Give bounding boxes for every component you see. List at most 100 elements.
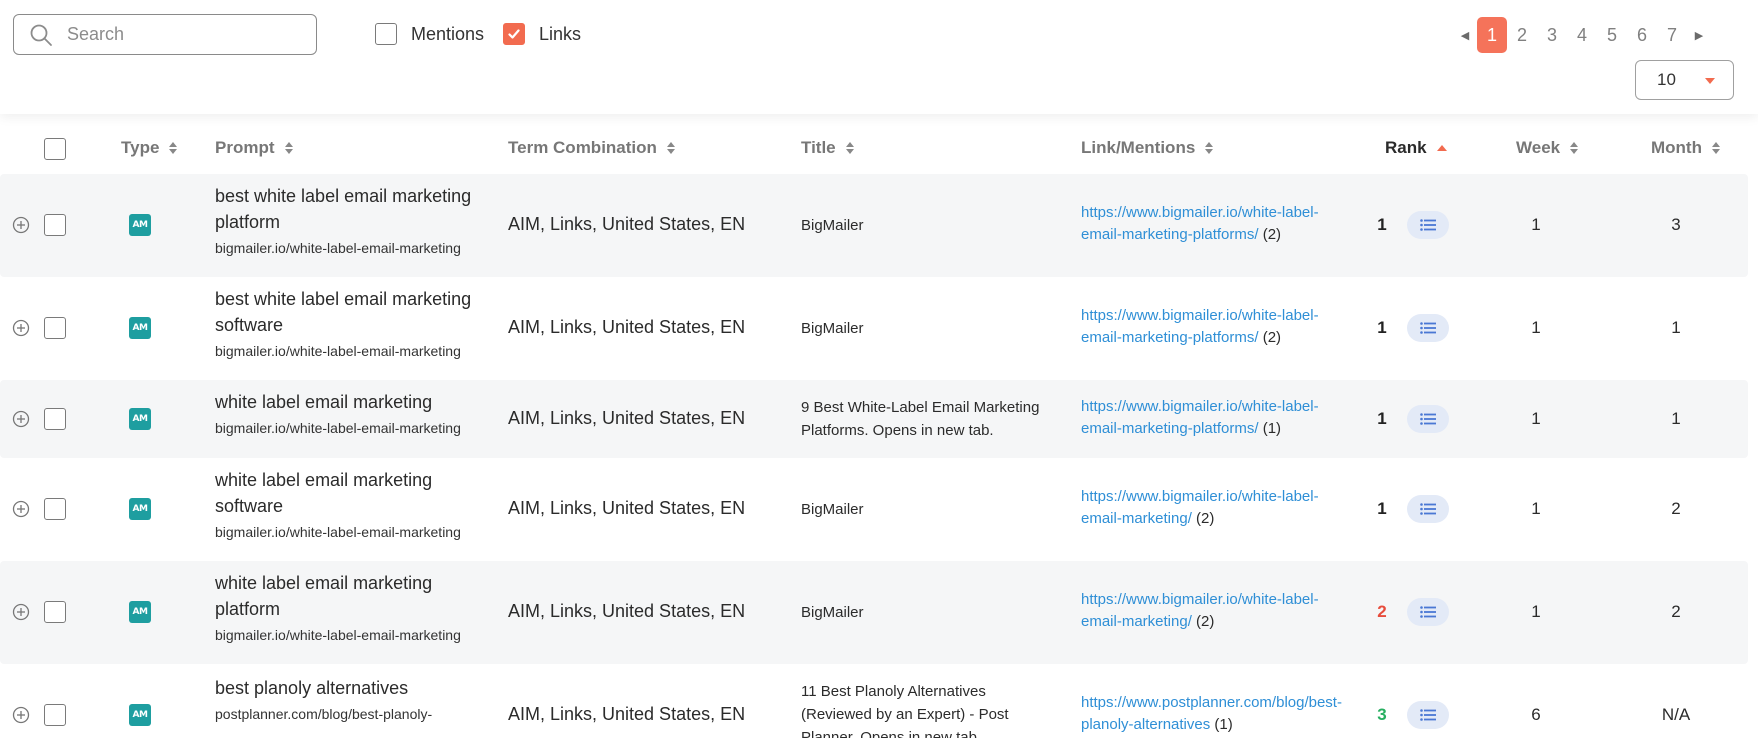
link-cell: https://www.postplanner.com/blog/best-pl… (1081, 692, 1342, 736)
month-value: 1 (1671, 409, 1681, 428)
aim-type-icon: AM (129, 498, 151, 520)
sort-ascending-icon (1436, 145, 1447, 151)
next-page-icon[interactable]: ▶ (1687, 20, 1711, 50)
page-7[interactable]: 7 (1657, 17, 1687, 53)
title-text: 9 Best White-Label Email Marketing Platf… (801, 399, 1040, 439)
column-label: Term Combination (508, 138, 657, 157)
prompt-url: bigmailer.io/white-label-email-marketing (215, 627, 461, 643)
page-6[interactable]: 6 (1627, 17, 1657, 53)
column-header-term[interactable]: Term Combination (508, 138, 675, 158)
sort-icon (845, 142, 854, 154)
rank-history-button[interactable] (1407, 701, 1449, 729)
result-link[interactable]: https://www.bigmailer.io/white-label-ema… (1081, 204, 1319, 243)
column-header-month[interactable]: Month (1651, 138, 1720, 158)
page-3[interactable]: 3 (1537, 17, 1567, 53)
prompt-cell: white label email marketing software big… (215, 467, 485, 543)
rank-value: 1 (1377, 409, 1387, 428)
row-checkbox[interactable] (44, 214, 66, 236)
row-checkbox[interactable] (44, 704, 66, 726)
page-2[interactable]: 2 (1507, 17, 1537, 53)
sort-icon (666, 142, 675, 154)
table-row[interactable]: AM white label email marketing bigmailer… (0, 380, 1748, 458)
column-header-title[interactable]: Title (801, 138, 854, 158)
rank-history-button[interactable] (1407, 211, 1449, 239)
select-all-checkbox[interactable] (44, 138, 66, 160)
prompt-cell: best white label email marketing platfor… (215, 183, 485, 259)
page-4[interactable]: 4 (1567, 17, 1597, 53)
table-row[interactable]: AM best planoly alternatives postplanner… (0, 664, 1748, 738)
term-combination: AIM, Links, United States, EN (508, 498, 746, 518)
search-box[interactable] (13, 14, 317, 55)
result-link[interactable]: https://www.bigmailer.io/white-label-ema… (1081, 398, 1319, 437)
mentions-checkbox[interactable] (375, 23, 397, 45)
links-checkbox[interactable] (503, 23, 525, 45)
column-header-prompt[interactable]: Prompt (215, 138, 293, 158)
aim-type-icon: AM (129, 408, 151, 430)
column-label: Week (1516, 138, 1561, 157)
week-value: 1 (1531, 215, 1541, 234)
row-checkbox[interactable] (44, 408, 66, 430)
title-text: BigMailer (801, 320, 864, 337)
column-header-rank[interactable]: Rank (1385, 138, 1447, 158)
prev-page-icon[interactable]: ◀ (1453, 20, 1477, 50)
result-link[interactable]: https://www.postplanner.com/blog/best-pl… (1081, 694, 1342, 733)
column-label: Month (1651, 138, 1702, 157)
month-value: 2 (1671, 499, 1681, 518)
page-5[interactable]: 5 (1597, 17, 1627, 53)
sort-icon (169, 142, 178, 154)
column-label: Rank (1385, 138, 1427, 157)
list-icon (1420, 219, 1436, 231)
link-count: (2) (1262, 226, 1282, 243)
row-checkbox[interactable] (44, 601, 66, 623)
prompt-text: best planoly alternatives (215, 678, 409, 698)
rank-history-button[interactable] (1407, 314, 1449, 342)
mentions-filter[interactable]: Mentions (375, 23, 484, 45)
prompt-cell: white label email marketing bigmailer.io… (215, 389, 485, 439)
month-value: 2 (1671, 602, 1681, 621)
column-header-type[interactable]: Type (121, 138, 178, 158)
week-value: 1 (1531, 318, 1541, 337)
column-label: Type (121, 138, 160, 157)
prompt-text: white label email marketing software (215, 470, 433, 516)
expand-row-icon[interactable] (12, 603, 30, 621)
list-icon (1420, 606, 1436, 618)
week-value: 1 (1531, 409, 1541, 428)
rank-history-button[interactable] (1407, 405, 1449, 433)
toolbar: Mentions Links ◀ 1 2 3 4 5 6 7 ▶ 10 (0, 0, 1758, 114)
week-value: 6 (1531, 705, 1541, 724)
table-row[interactable]: AM best white label email marketing soft… (0, 277, 1748, 380)
rank-history-button[interactable] (1407, 495, 1449, 523)
table-row[interactable]: AM best white label email marketing plat… (0, 174, 1748, 277)
table-row[interactable]: AM white label email marketing software … (0, 458, 1748, 561)
term-combination: AIM, Links, United States, EN (508, 601, 746, 621)
prompt-url: bigmailer.io/white-label-email-marketing (215, 524, 461, 540)
expand-row-icon[interactable] (12, 319, 30, 337)
week-value: 1 (1531, 602, 1541, 621)
column-label: Title (801, 138, 836, 157)
row-checkbox[interactable] (44, 498, 66, 520)
table-row[interactable]: AM white label email marketing platform … (0, 561, 1748, 664)
expand-row-icon[interactable] (12, 500, 30, 518)
column-header-link[interactable]: Link/Mentions (1081, 138, 1214, 158)
rank-history-button[interactable] (1407, 598, 1449, 626)
expand-row-icon[interactable] (12, 410, 30, 428)
link-cell: https://www.bigmailer.io/white-label-ema… (1081, 589, 1341, 633)
expand-row-icon[interactable] (12, 706, 30, 724)
column-header-week[interactable]: Week (1516, 138, 1579, 158)
links-filter[interactable]: Links (503, 23, 581, 45)
prompt-url: bigmailer.io/white-label-email-marketing (215, 420, 461, 436)
expand-row-icon[interactable] (12, 216, 30, 234)
prompt-cell: best white label email marketing softwar… (215, 286, 485, 362)
result-link[interactable]: https://www.bigmailer.io/white-label-ema… (1081, 307, 1319, 346)
row-checkbox[interactable] (44, 317, 66, 339)
link-cell: https://www.bigmailer.io/white-label-ema… (1081, 202, 1341, 246)
search-input[interactable] (67, 24, 287, 45)
per-page-select[interactable]: 10 (1635, 60, 1734, 100)
link-cell: https://www.bigmailer.io/white-label-ema… (1081, 486, 1341, 530)
search-icon (30, 24, 52, 46)
aim-type-icon: AM (129, 214, 151, 236)
month-value: 3 (1671, 215, 1681, 234)
link-cell: https://www.bigmailer.io/white-label-ema… (1081, 305, 1341, 349)
links-label: Links (539, 23, 582, 44)
page-1[interactable]: 1 (1477, 17, 1507, 53)
